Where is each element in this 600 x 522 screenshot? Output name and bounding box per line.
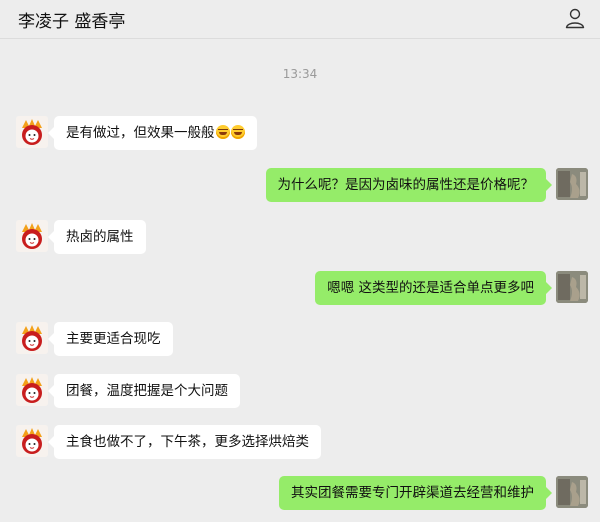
user-avatar[interactable] <box>556 271 588 303</box>
contact-avatar[interactable] <box>16 374 48 406</box>
message-bubble[interactable]: 热卤的属性 <box>48 220 146 254</box>
contact-avatar[interactable] <box>16 220 48 252</box>
chat-title: 李凌子 盛香亭 <box>18 12 126 32</box>
user-avatar[interactable] <box>556 168 588 200</box>
user-avatar[interactable] <box>556 476 588 508</box>
message-text: 是有做过，但效果一般般 <box>66 125 215 141</box>
message-bubble[interactable]: 主食也做不了，下午茶，更多选择烘焙类 <box>48 425 321 459</box>
message-text: 其实团餐需要专门开辟渠道去经营和维护 <box>291 485 534 501</box>
message-bubble[interactable]: 团餐，温度把握是个大问题 <box>48 374 240 408</box>
laughing-tears-emoji-icon <box>215 125 230 139</box>
message-text: 热卤的属性 <box>66 229 134 245</box>
message-bubble[interactable]: 其实团餐需要专门开辟渠道去经营和维护 <box>279 476 552 510</box>
contact-avatar[interactable] <box>16 425 48 457</box>
message-bubble[interactable]: 主要更适合现吃 <box>48 322 173 356</box>
message-text: 主要更适合现吃 <box>66 331 161 347</box>
message-timestamp: 13:34 <box>282 67 318 81</box>
message-bubble[interactable]: 是有做过，但效果一般般 <box>48 116 257 150</box>
contact-avatar[interactable] <box>16 116 48 148</box>
laughing-tears-emoji-icon <box>230 125 245 139</box>
message-bubble[interactable]: 嗯嗯 这类型的还是适合单点更多吧 <box>315 271 552 305</box>
chat-header: 李凌子 盛香亭 <box>0 0 600 39</box>
message-text: 嗯嗯 这类型的还是适合单点更多吧 <box>327 280 534 296</box>
message-bubble[interactable]: 为什么呢？是因为卤味的属性还是价格呢？ <box>265 168 552 202</box>
contact-avatar[interactable] <box>16 322 48 354</box>
message-text: 团餐，温度把握是个大问题 <box>66 383 228 399</box>
message-text: 主食也做不了，下午茶，更多选择烘焙类 <box>66 434 309 450</box>
message-text: 为什么呢？是因为卤味的属性还是价格呢？ <box>277 177 535 193</box>
person-icon[interactable] <box>564 7 586 29</box>
